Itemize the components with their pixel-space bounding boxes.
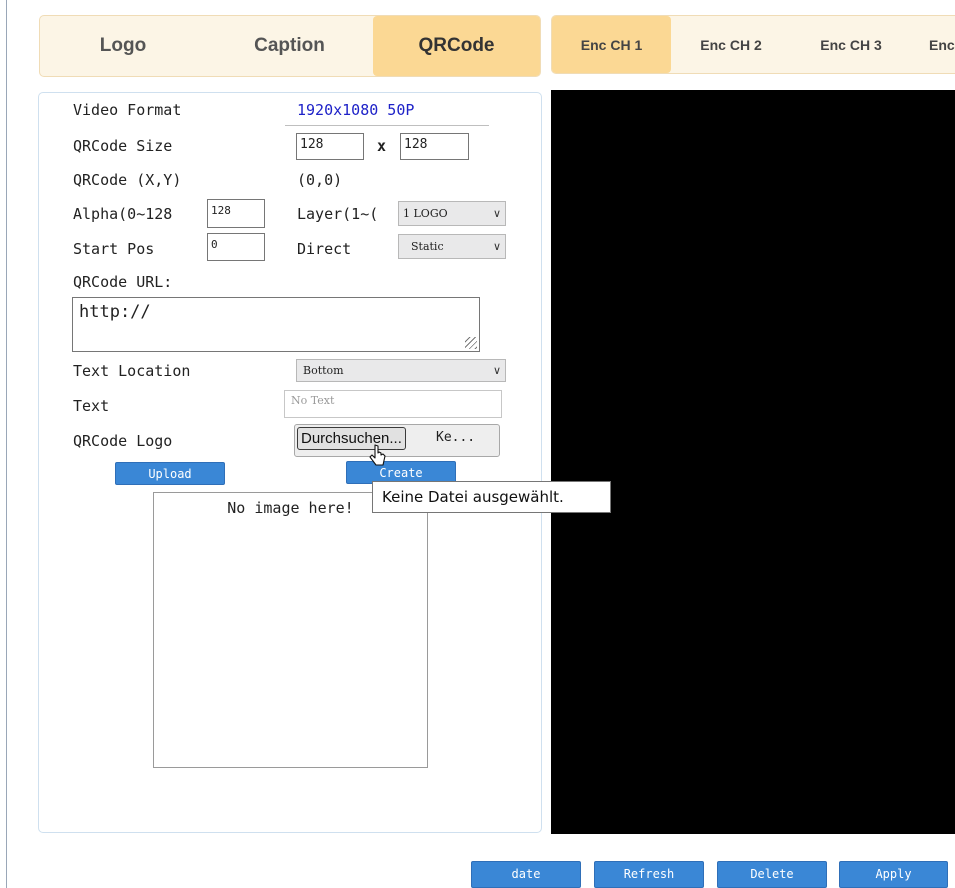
tab-enc-ch-2[interactable]: Enc CH 2 bbox=[671, 16, 791, 73]
refresh-button[interactable]: Refresh bbox=[594, 861, 704, 888]
alpha-input[interactable]: 128 bbox=[207, 199, 265, 228]
qrcode-size-label: QRCode Size bbox=[73, 137, 173, 155]
video-format-label: Video Format bbox=[73, 101, 182, 119]
window-border bbox=[6, 0, 7, 888]
apply-button[interactable]: Apply bbox=[839, 861, 948, 888]
mouse-cursor-icon bbox=[369, 444, 386, 466]
qrcode-position-value: (0,0) bbox=[297, 171, 343, 189]
start-pos-label: Start Pos bbox=[73, 240, 155, 258]
encoder-channel-tabs: Enc CH 1 Enc CH 2 Enc CH 3 Enc bbox=[551, 15, 955, 74]
qrcode-url-label: QRCode URL: bbox=[73, 273, 173, 291]
text-location-label: Text Location bbox=[73, 362, 191, 380]
video-preview bbox=[551, 90, 955, 834]
text-location-select[interactable]: Bottom ∨ bbox=[296, 359, 506, 382]
alpha-label: Alpha(0~128 bbox=[73, 205, 173, 223]
text-location-value: Bottom bbox=[303, 364, 344, 377]
selected-file-name: Ke... bbox=[436, 430, 476, 445]
tab-qrcode[interactable]: QRCode bbox=[373, 16, 540, 76]
layer-select[interactable]: 1 LOGO ∨ bbox=[398, 201, 506, 226]
tab-enc-ch-3[interactable]: Enc CH 3 bbox=[791, 16, 911, 73]
qrcode-height-input[interactable]: 128 bbox=[400, 133, 469, 160]
delete-button[interactable]: Delete bbox=[717, 861, 827, 888]
start-pos-input[interactable]: 0 bbox=[207, 233, 265, 261]
update-button[interactable]: date bbox=[471, 861, 581, 888]
qrcode-url-value: http:// bbox=[79, 302, 151, 322]
overlay-type-tabs: Logo Caption QRCode bbox=[39, 15, 541, 77]
direct-select-value: Static bbox=[411, 240, 444, 253]
tab-logo[interactable]: Logo bbox=[40, 16, 206, 76]
chevron-down-icon: ∨ bbox=[492, 207, 501, 220]
tab-caption[interactable]: Caption bbox=[206, 16, 373, 76]
chevron-down-icon: ∨ bbox=[492, 240, 501, 253]
qrcode-width-input[interactable]: 128 bbox=[296, 133, 364, 160]
video-format-value: 1920x1080 50P bbox=[297, 101, 415, 119]
qrcode-logo-label: QRCode Logo bbox=[73, 432, 173, 450]
chevron-down-icon: ∨ bbox=[492, 364, 501, 377]
qrcode-preview: No image here! bbox=[153, 492, 428, 768]
layer-label: Layer(1~( bbox=[297, 205, 379, 223]
upload-button[interactable]: Upload bbox=[115, 462, 225, 485]
qrcode-position-label: QRCode (X,Y) bbox=[73, 171, 182, 189]
resize-grip-icon[interactable] bbox=[465, 337, 477, 349]
logo-file-picker[interactable]: Durchsuchen... Ke... bbox=[294, 424, 500, 457]
qrcode-url-textarea[interactable]: http:// bbox=[72, 297, 480, 352]
direct-select[interactable]: Static ∨ bbox=[398, 234, 506, 259]
size-separator: x bbox=[377, 137, 387, 155]
direct-label: Direct bbox=[297, 240, 352, 258]
tab-enc-ch-4[interactable]: Enc bbox=[911, 16, 955, 73]
divider bbox=[285, 125, 489, 126]
text-label: Text bbox=[73, 397, 110, 415]
browse-button[interactable]: Durchsuchen... bbox=[297, 427, 406, 450]
text-input[interactable]: No Text bbox=[284, 390, 502, 418]
layer-select-value: 1 LOGO bbox=[403, 207, 448, 220]
file-tooltip: Keine Datei ausgewählt. bbox=[372, 481, 611, 513]
tab-enc-ch-1[interactable]: Enc CH 1 bbox=[552, 16, 671, 73]
